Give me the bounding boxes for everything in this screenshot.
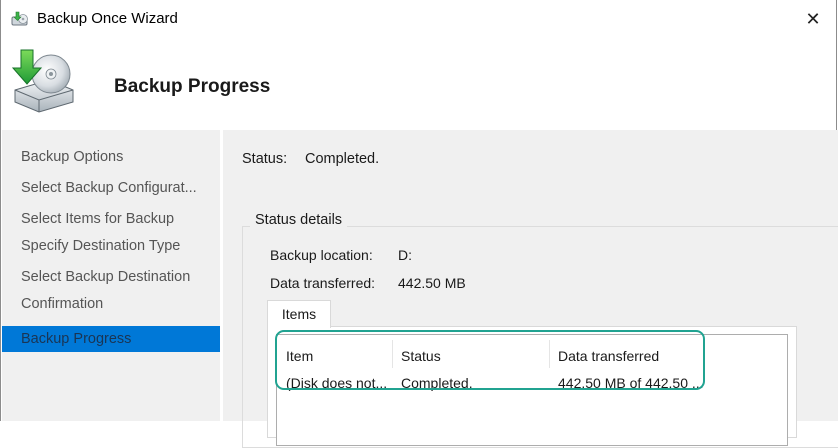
data-transferred-value: 442.50 MB (398, 275, 466, 291)
backup-location-label: Backup location: (270, 247, 373, 263)
close-icon: ✕ (805, 8, 821, 29)
sidebar-item-confirmation[interactable]: Confirmation (2, 291, 220, 317)
sidebar-item-backup-progress[interactable]: Backup Progress (2, 326, 220, 352)
sidebar-item-specify-destination-type[interactable]: Specify Destination Type (2, 233, 220, 259)
wizard-header: Backup Progress (1, 38, 836, 130)
title-bar: Backup Once Wizard ✕ (1, 0, 836, 38)
sidebar-item-select-backup-configuration[interactable]: Select Backup Configurat... (2, 175, 220, 201)
status-label: Status: (242, 151, 288, 167)
wizard-step-sidebar: Backup Options Select Backup Configurat.… (2, 130, 220, 421)
sidebar-item-select-backup-destination[interactable]: Select Backup Destination (2, 264, 220, 290)
data-transferred-label: Data transferred: (270, 275, 376, 291)
sidebar-item-backup-options[interactable]: Backup Options (2, 144, 220, 170)
wizard-window: Backup Once Wizard ✕ Backup Progress Bac… (0, 0, 838, 448)
tab-items[interactable]: Items (267, 300, 331, 328)
backup-wizard-icon (11, 11, 29, 27)
page-title: Backup Progress (114, 76, 271, 97)
close-button[interactable]: ✕ (790, 0, 836, 38)
status-details-title: Status details (250, 212, 348, 228)
table-highlight-annotation (275, 330, 705, 390)
status-value: Completed. (305, 151, 380, 167)
sidebar-item-select-items-for-backup[interactable]: Select Items for Backup (2, 206, 220, 232)
window-title: Backup Once Wizard (37, 10, 178, 27)
backup-disk-arrow-icon (9, 46, 77, 114)
backup-location-value: D: (398, 247, 412, 263)
